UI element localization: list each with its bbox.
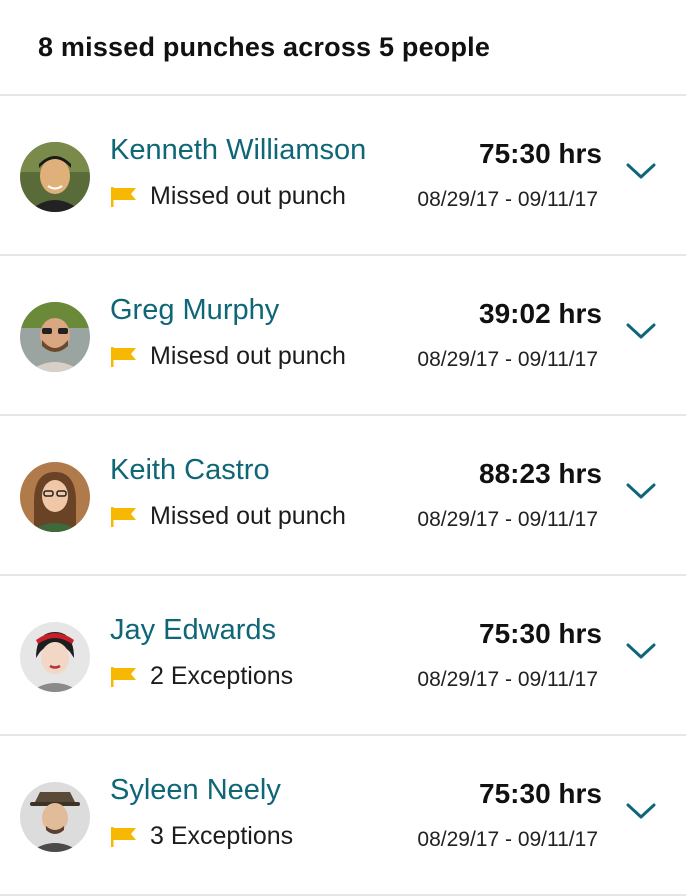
- flag-icon: [111, 346, 136, 367]
- date-range: 08/29/17 - 09/11/17: [417, 668, 598, 691]
- list-item[interactable]: Syleen Neely 3 Exceptions 75:30 hrs 08/2…: [0, 736, 686, 896]
- employee-name[interactable]: Jay Edwards: [110, 614, 276, 647]
- hours-total: 75:30 hrs: [479, 778, 602, 809]
- hours-total: 88:23 hrs: [479, 458, 602, 489]
- hours-total: 75:30 hrs: [479, 618, 602, 649]
- chevron-down-icon[interactable]: [624, 158, 658, 184]
- flag-icon: [111, 186, 136, 207]
- employee-name[interactable]: Syleen Neely: [110, 774, 281, 807]
- avatar: [20, 622, 90, 692]
- status-text: Misesd out punch: [150, 342, 346, 370]
- status-text: Missed out punch: [150, 502, 346, 530]
- status-text: 2 Exceptions: [150, 662, 294, 690]
- status: 3 Exceptions: [110, 822, 293, 851]
- list-item[interactable]: Keith Castro Missed out punch 88:23 hrs …: [0, 416, 686, 576]
- list-item[interactable]: Greg Murphy Misesd out punch 39:02 hrs 0…: [0, 256, 686, 416]
- employee-list: Kenneth Williamson Missed out punch 75:3…: [0, 96, 686, 896]
- status-text: 3 Exceptions: [150, 822, 294, 850]
- status: Misesd out punch: [110, 342, 346, 371]
- employee-name[interactable]: Keith Castro: [110, 454, 270, 487]
- page-title: 8 missed punches across 5 people: [38, 31, 491, 62]
- avatar: [20, 302, 90, 372]
- avatar: [20, 142, 90, 212]
- date-range: 08/29/17 - 09/11/17: [417, 828, 598, 851]
- status-text: Missed out punch: [150, 182, 346, 210]
- employee-name[interactable]: Greg Murphy: [110, 294, 279, 327]
- chevron-down-icon[interactable]: [624, 478, 658, 504]
- flag-icon: [111, 826, 136, 847]
- page-header: 8 missed punches across 5 people: [0, 0, 686, 96]
- date-range: 08/29/17 - 09/11/17: [417, 508, 598, 531]
- list-item[interactable]: Kenneth Williamson Missed out punch 75:3…: [0, 96, 686, 256]
- flag-icon: [111, 666, 136, 687]
- status: Missed out punch: [110, 502, 346, 531]
- hours-total: 75:30 hrs: [479, 138, 602, 169]
- chevron-down-icon[interactable]: [624, 638, 658, 664]
- status: Missed out punch: [110, 182, 346, 211]
- employee-name[interactable]: Kenneth Williamson: [110, 134, 366, 167]
- chevron-down-icon[interactable]: [624, 798, 658, 824]
- date-range: 08/29/17 - 09/11/17: [417, 348, 598, 371]
- list-item[interactable]: Jay Edwards 2 Exceptions 75:30 hrs 08/29…: [0, 576, 686, 736]
- avatar: [20, 782, 90, 852]
- chevron-down-icon[interactable]: [624, 318, 658, 344]
- date-range: 08/29/17 - 09/11/17: [417, 188, 598, 211]
- status: 2 Exceptions: [110, 662, 293, 691]
- flag-icon: [111, 506, 136, 527]
- avatar: [20, 462, 90, 532]
- hours-total: 39:02 hrs: [479, 298, 602, 329]
